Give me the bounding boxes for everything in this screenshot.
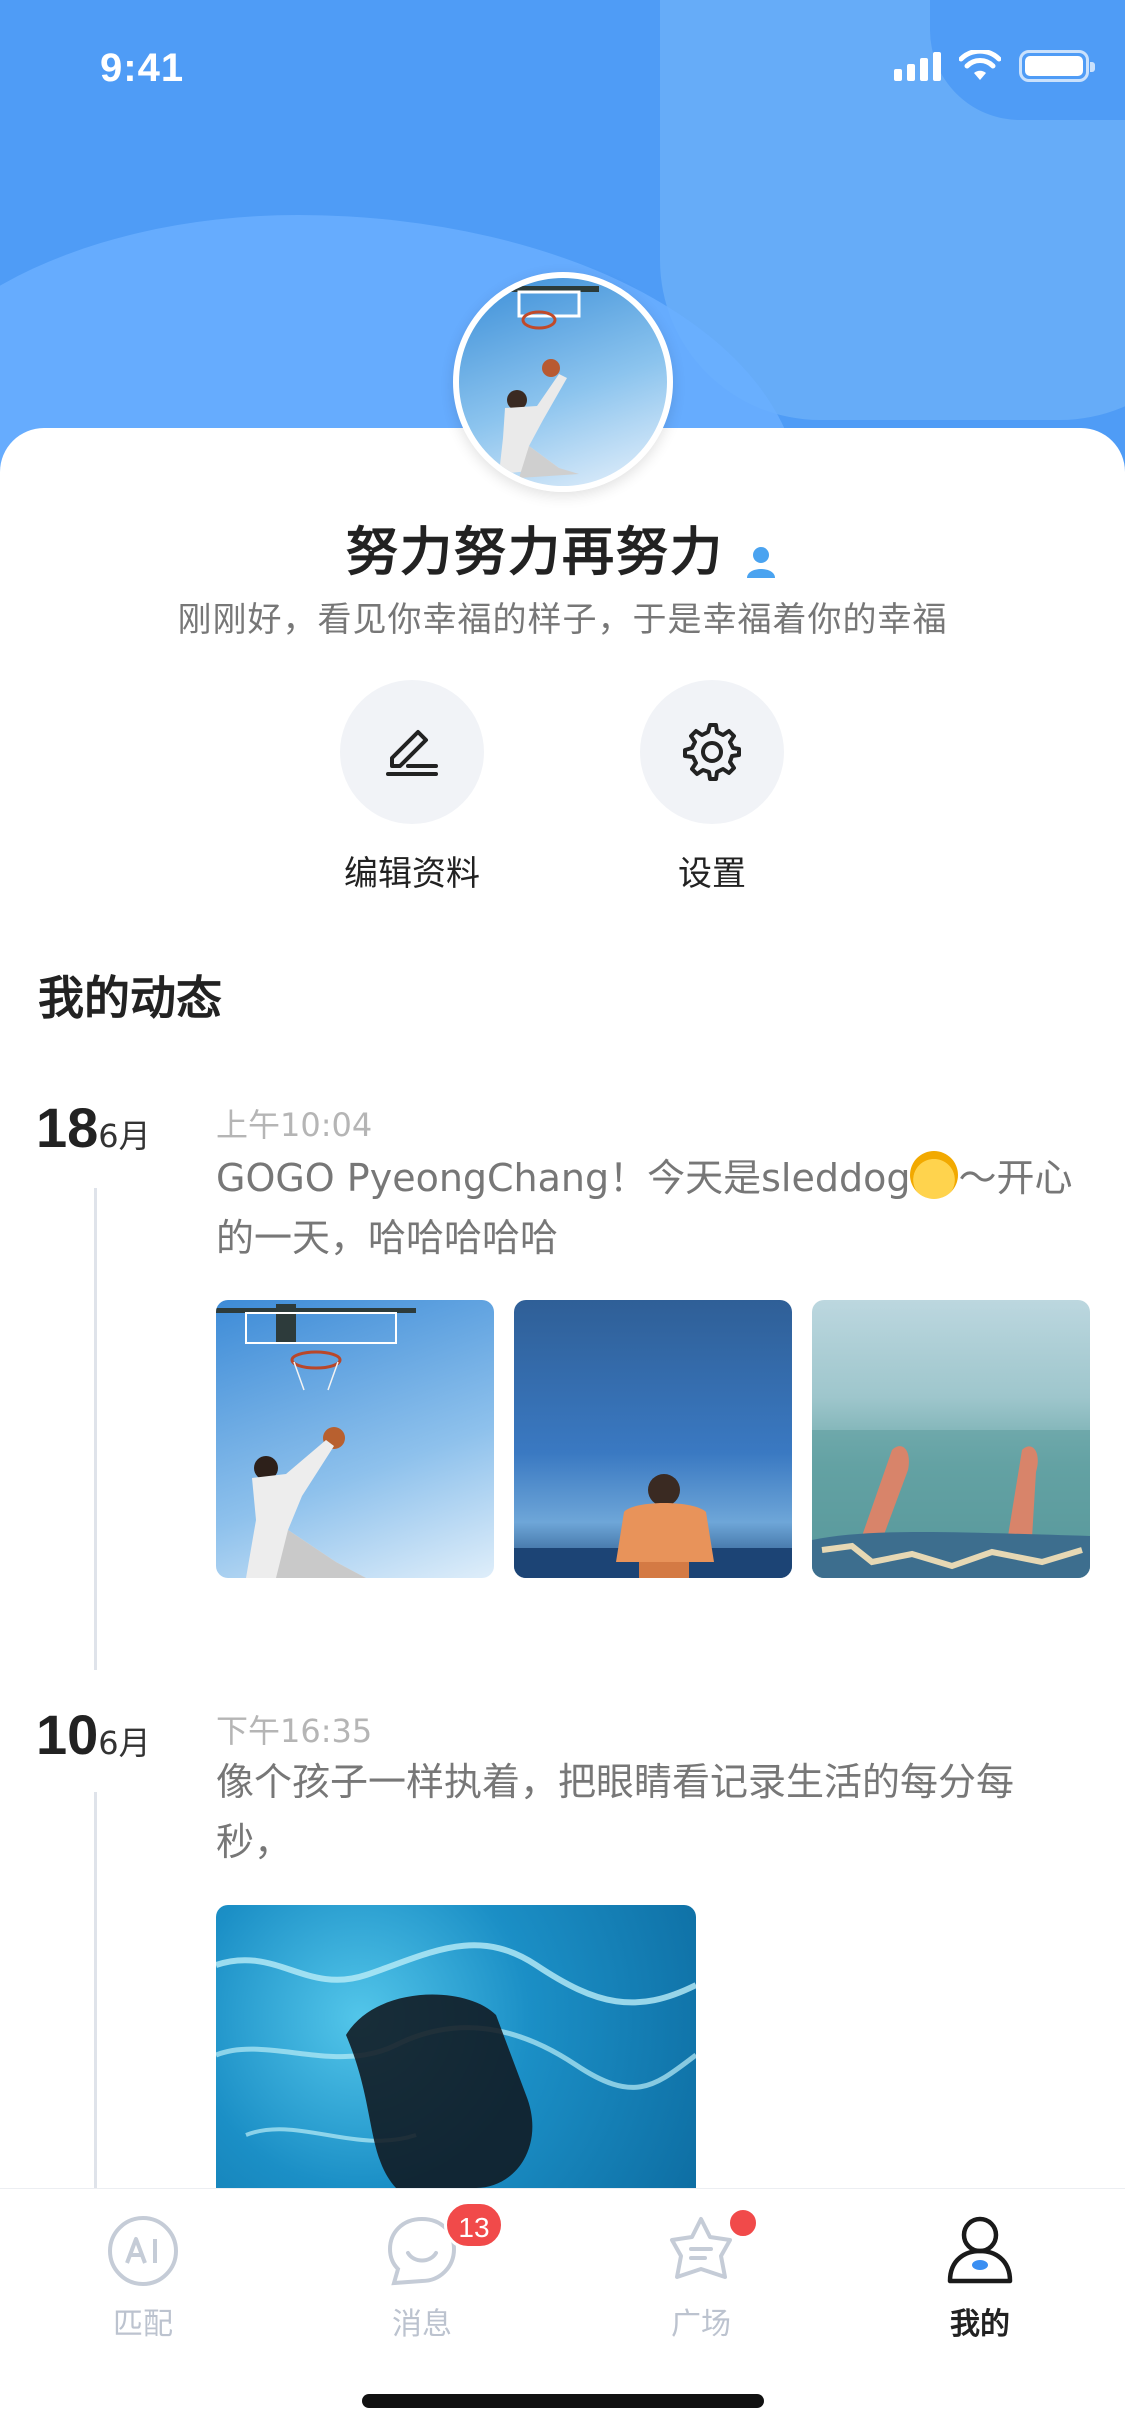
status-icons [894, 50, 1095, 82]
person-icon [940, 2211, 1020, 2291]
tab-messages-label: 消息 [392, 2307, 452, 2342]
gear-icon [683, 723, 741, 781]
post-date: 186月 [36, 1095, 151, 1160]
post-text-part: GOGO PyeongChang！今天是sleddog [216, 1156, 911, 1200]
timeline-line [94, 1792, 97, 2188]
girl-emoji-icon [910, 1151, 959, 1199]
feet-in-water-photo [812, 1430, 1090, 1578]
post-photo[interactable] [216, 1905, 696, 2188]
settings-button[interactable]: 设置 [612, 680, 812, 895]
tab-match-label: 匹配 [113, 2307, 173, 2342]
edit-profile-button[interactable]: 编辑资料 [312, 680, 512, 895]
verified-user-icon [747, 546, 776, 578]
tab-match[interactable]: 匹配 [43, 2211, 243, 2343]
profile-bio: 刚刚好，看见你幸福的样子，于是幸福着你的幸福 [177, 600, 948, 640]
star-bubble-icon [661, 2207, 759, 2291]
post-day: 10 [36, 1703, 99, 1766]
profile-name: 努力努力再努力 [345, 523, 724, 583]
profile-name-row: 努力努力再努力 [0, 510, 1125, 585]
beach-man-photo [514, 1474, 792, 1578]
tab-messages[interactable]: 13 消息 [322, 2201, 522, 2343]
post-photo[interactable] [216, 1300, 494, 1578]
wifi-icon [959, 50, 1001, 80]
unread-count-badge: 13 [444, 2201, 504, 2249]
post-date: 106月 [36, 1702, 151, 1767]
chat-bubble-icon: 13 [382, 2201, 504, 2291]
post-day: 18 [36, 1096, 99, 1159]
post-photo[interactable] [812, 1300, 1090, 1578]
timeline-line [94, 1188, 97, 1670]
post-text: GOGO PyeongChang！今天是sleddog ～开心的一天，哈哈哈哈哈 [216, 1148, 1076, 1268]
tab-square[interactable]: 广场 [601, 2207, 801, 2343]
status-time: 9:41 [100, 46, 185, 90]
settings-icon-circle [640, 680, 784, 824]
post-time: 上午10:04 [216, 1106, 373, 1144]
battery-icon [1019, 50, 1095, 82]
my-feed-title: 我的动态 [38, 971, 222, 1025]
post-month: 6月 [98, 1724, 151, 1762]
tab-mine-label: 我的 [950, 2307, 1010, 2342]
ai-icon [103, 2211, 183, 2291]
post-month: 6月 [98, 1117, 151, 1155]
tab-mine[interactable]: 我的 [880, 2211, 1080, 2343]
post-photo[interactable] [514, 1300, 792, 1578]
basketball-photo [216, 1304, 416, 1578]
tab-square-label: 广场 [671, 2307, 731, 2342]
avatar[interactable] [453, 272, 673, 492]
post-time: 下午16:35 [216, 1712, 373, 1750]
cellular-signal-icon [894, 51, 941, 81]
edit-profile-icon-circle [340, 680, 484, 824]
underwater-hand-photo [216, 1942, 696, 2188]
home-indicator[interactable] [362, 2394, 764, 2408]
avatar-photo [499, 286, 599, 478]
notification-dot [727, 2207, 759, 2239]
edit-profile-label: 编辑资料 [344, 854, 480, 894]
settings-label: 设置 [678, 854, 746, 894]
post-text: 像个孩子一样执着，把眼睛看记录生活的每分每秒， [216, 1760, 1015, 1864]
edit-pencil-icon [386, 730, 438, 776]
